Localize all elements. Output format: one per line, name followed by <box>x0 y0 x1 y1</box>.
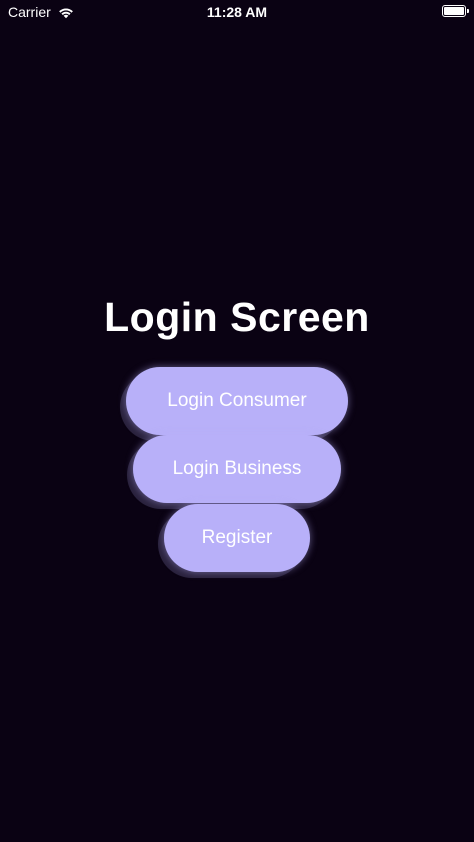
page-title: Login Screen <box>104 294 370 340</box>
register-button[interactable]: Register <box>164 504 310 572</box>
login-business-button[interactable]: Login Business <box>133 435 341 503</box>
battery-icon <box>442 5 469 17</box>
status-bar: Carrier 11:28 AM <box>0 0 474 24</box>
login-consumer-button[interactable]: Login Consumer <box>126 367 348 435</box>
status-time: 11:28 AM <box>206 4 268 20</box>
battery-level <box>444 7 464 15</box>
